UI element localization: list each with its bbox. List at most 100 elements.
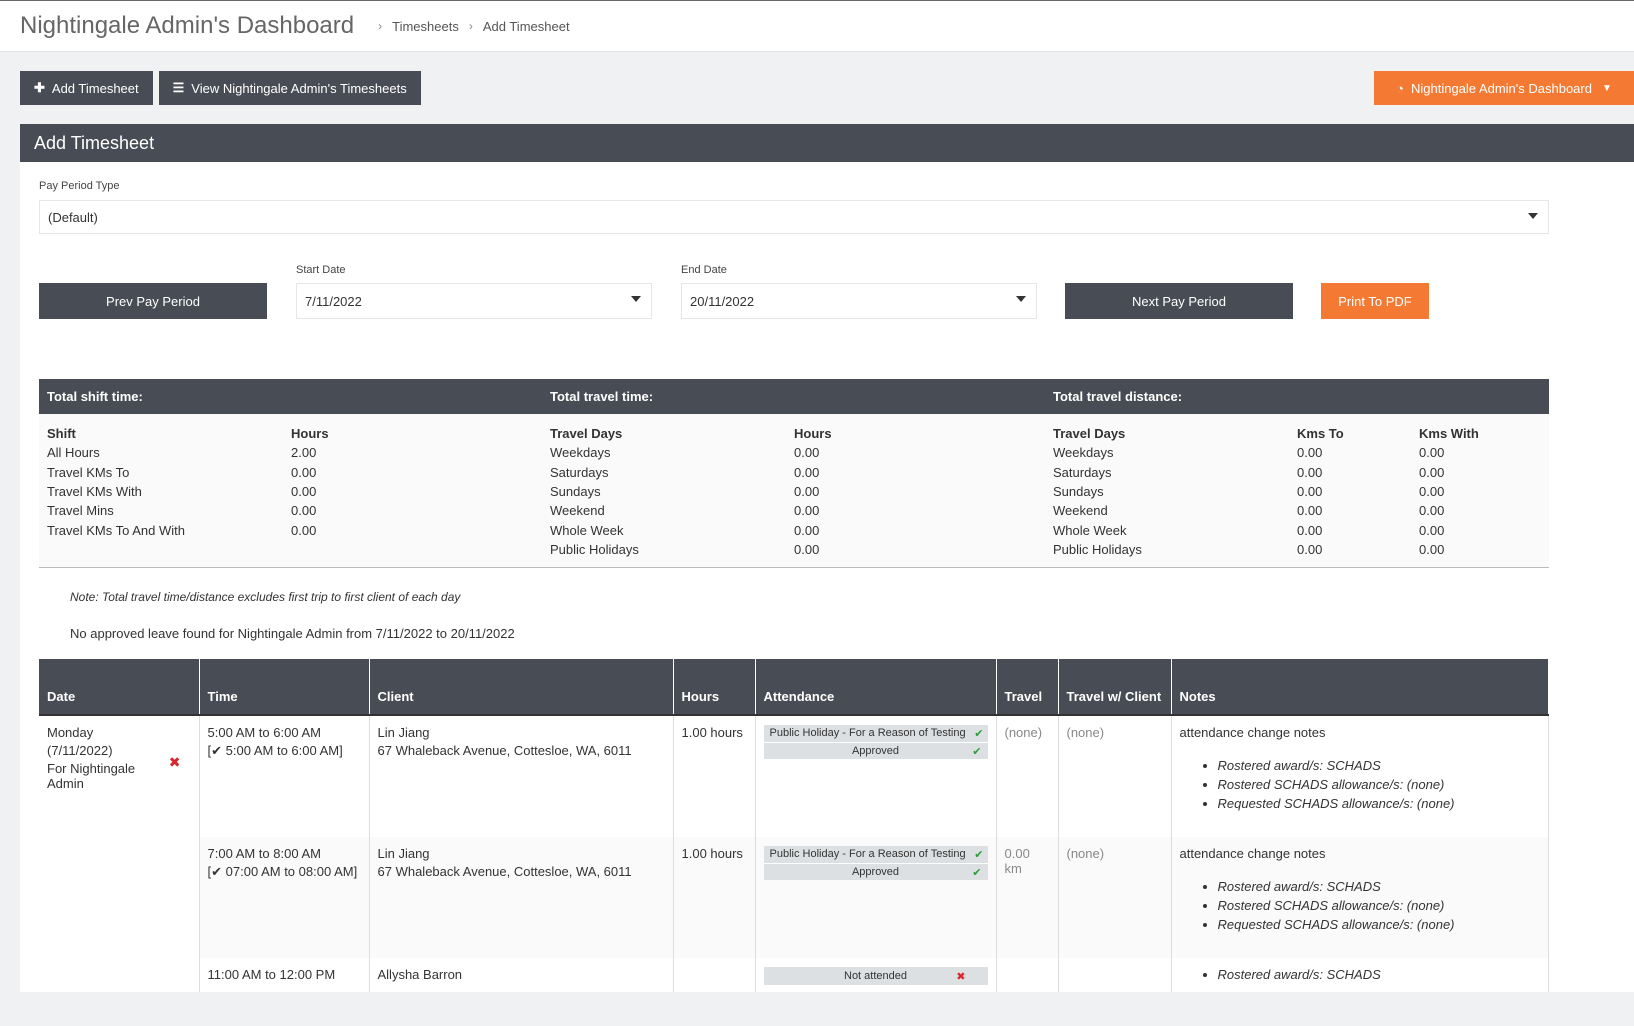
rostered-time: 5:00 AM to 6:00 AM — [207, 725, 321, 741]
prev-pay-period-button[interactable]: Prev Pay Period — [39, 283, 267, 319]
hours-col-header: Hours — [673, 659, 756, 716]
kms-to: 0.00 — [1297, 464, 1323, 480]
pay-period-type-label: Pay Period Type — [39, 180, 120, 192]
travel-hours: 0.00 — [794, 464, 820, 480]
notes-cell: attendance change notes Rostered award/s… — [1171, 837, 1549, 959]
kms-to: 0.00 — [1297, 522, 1323, 538]
travel-distance-totals: Travel Days Kms To Kms With Weekdays 0.00… — [1045, 424, 1549, 559]
shift-totals-table: Shift Hours All Hours 2.00 Travel KMs To 0… — [47, 424, 329, 540]
hours-cell — [673, 958, 756, 992]
add-timesheet-button[interactable]: ✚ Add Timesheet — [20, 71, 153, 105]
hours-cell: 1.00 hours — [673, 837, 756, 959]
kms-to: 0.00 — [1297, 484, 1323, 500]
time-cell: 11:00 AM to 12:00 PM — [199, 958, 370, 992]
total-travel-distance-heading: Total travel distance: — [1053, 389, 1183, 404]
attendance-badge[interactable]: Public Holiday - For a Reason of Testing… — [763, 725, 988, 760]
start-date-label: Start Date — [296, 264, 346, 276]
client-name[interactable]: Allysha Barron — [378, 967, 665, 982]
print-to-pdf-button[interactable]: Print To PDF — [1321, 283, 1429, 319]
travel-day: Weekend — [550, 503, 605, 519]
toolbar: ✚ Add Timesheet ☰ View Nightingale Admin… — [0, 52, 1634, 124]
kms-with: 0.00 — [1419, 522, 1445, 538]
rostered-time: 7:00 AM to 8:00 AM — [207, 846, 321, 862]
next-pay-period-button[interactable]: Next Pay Period — [1065, 283, 1293, 319]
table-row: All Hours 2.00 — [47, 443, 329, 462]
check-icon: ✔ — [974, 849, 984, 862]
table-row: 7:00 AM to 8:00 AM [✔ 07:00 AM to 08:00 … — [39, 837, 1549, 959]
add-timesheet-label: Add Timesheet — [51, 80, 139, 96]
client-name[interactable]: Lin Jiang — [378, 725, 665, 740]
end-date-value: 20/11/2022 — [690, 293, 755, 309]
list-item: Rostered award/s: SCHADS — [1218, 758, 1541, 777]
top-bar: Nightingale Admin's Dashboard › Timeshee… — [0, 0, 1634, 52]
list-item: Rostered SCHADS allowance/s: (none) — [1218, 898, 1541, 917]
plus-icon: ✚ — [34, 80, 45, 95]
travel-day: Weekend — [1053, 503, 1108, 519]
breadcrumb-timesheets[interactable]: Timesheets — [392, 19, 459, 34]
client-cell: Lin Jiang 67 Whaleback Avenue, Cottesloe… — [369, 714, 674, 838]
view-timesheets-button[interactable]: ☰ View Nightingale Admin's Timesheets — [158, 71, 421, 105]
list-item: Rostered award/s: SCHADS — [1218, 879, 1541, 898]
caret-down-icon: ▼ — [1601, 82, 1612, 94]
table-row: Saturdays 0.00 0.00 — [1053, 463, 1479, 482]
end-date-label: End Date — [681, 264, 727, 276]
table-row: Travel Mins 0.00 — [47, 501, 329, 520]
end-date-input[interactable]: 20/11/2022 — [681, 283, 1037, 319]
panel-title: Add Timesheet — [20, 124, 1634, 162]
check-icon: ✔ — [972, 746, 982, 759]
actual-time-value: 5:00 AM to 6:00 AM] — [225, 743, 343, 759]
notes-list: Rostered award/s: SCHADS — [1180, 967, 1541, 986]
attendance-notes: attendance change notes — [1179, 846, 1326, 862]
date-controls: Prev Pay Period Start Date 7/11/2022 End… — [39, 234, 1614, 374]
table-row: Weekend 0.00 0.00 — [1053, 501, 1479, 520]
table-row: Saturdays 0.00 — [550, 463, 832, 482]
travel-day: Whole Week — [550, 522, 624, 538]
shift-name: Travel Mins — [47, 503, 114, 519]
dashboard-icon: ◔ — [1396, 80, 1404, 96]
timesheet-header-row: Date Time Client Hours Attendance Travel… — [39, 659, 1549, 716]
time-cell: 5:00 AM to 6:00 AM [✔ 5:00 AM to 6:00 AM… — [199, 714, 370, 838]
totals-summary: Total shift time: Total travel time: Tot… — [39, 379, 1549, 569]
client-name[interactable]: Lin Jiang — [378, 846, 665, 861]
hours-col-header: Hours — [291, 426, 329, 442]
travel-time-totals: Travel Days Hours Weekdays 0.00 Saturdays… — [542, 424, 1045, 559]
table-row: 11:00 AM to 12:00 PM Allysha Barron Not … — [39, 958, 1549, 992]
attendance-badge[interactable]: Public Holiday - For a Reason of Testing… — [763, 846, 988, 881]
notes-cell: attendance change notes Rostered award/s… — [1171, 714, 1549, 838]
attendance-status: Approved — [851, 745, 900, 758]
kms-with: 0.00 — [1419, 503, 1445, 519]
chevron-down-icon — [631, 296, 641, 302]
cross-icon: ✖ — [956, 971, 966, 984]
dashboard-dropdown-button[interactable]: ◔ Nightingale Admin's Dashboard ▼ — [1374, 71, 1634, 105]
breadcrumb-separator-icon: › — [468, 19, 473, 33]
pay-period-type-select[interactable]: (Default) — [39, 200, 1549, 234]
travel-col-header: Travel — [996, 659, 1059, 716]
attendance-badge[interactable]: Not attended ✖ — [763, 967, 988, 986]
shift-totals: Shift Hours All Hours 2.00 Travel KMs To 0… — [39, 424, 542, 559]
travel-day: Public Holidays — [550, 541, 639, 557]
breadcrumb-separator-icon: › — [378, 19, 383, 33]
notes-cell: Rostered award/s: SCHADS — [1171, 958, 1549, 992]
actual-time: [✔ 5:00 AM to 6:00 AM] — [207, 743, 343, 759]
shift-hours: 0.00 — [291, 522, 317, 538]
chevron-down-icon — [1016, 296, 1026, 302]
shift-name: Travel KMs With — [47, 484, 142, 500]
actual-time: [✔ 07:00 AM to 08:00 AM] — [207, 864, 358, 880]
kms-with: 0.00 — [1419, 464, 1445, 480]
shift-hours: 0.00 — [291, 503, 317, 519]
kms-with: 0.00 — [1419, 541, 1445, 557]
hours-cell: 1.00 hours — [673, 714, 756, 838]
start-date-input[interactable]: 7/11/2022 — [296, 283, 652, 319]
delete-day-icon[interactable]: ✖ — [169, 754, 181, 771]
timesheet-table: Date Time Client Hours Attendance Travel… — [39, 659, 1549, 992]
travel-day: Saturdays — [550, 464, 609, 480]
shift-name: All Hours — [47, 445, 100, 461]
travel-day: Sundays — [550, 484, 601, 500]
shift-hours: 0.00 — [291, 464, 317, 480]
table-row: Sundays 0.00 — [550, 482, 832, 501]
table-row: Weekdays 0.00 — [550, 443, 832, 462]
shift-hours: 2.00 — [291, 445, 317, 461]
table-row: Sundays 0.00 0.00 — [1053, 482, 1479, 501]
table-row: Public Holidays 0.00 0.00 — [1053, 540, 1479, 559]
list-item: Requested SCHADS allowance/s: (none) — [1218, 796, 1541, 815]
